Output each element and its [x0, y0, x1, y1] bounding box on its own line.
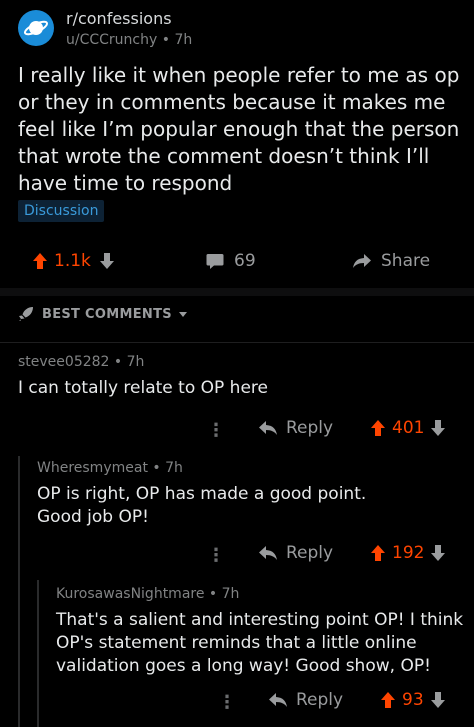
thread-line — [37, 580, 39, 727]
sort-label: BEST COMMENTS — [42, 306, 172, 322]
thread-line — [18, 456, 20, 727]
upvote-arrow-icon[interactable] — [370, 544, 386, 562]
sort-divider — [0, 342, 474, 343]
subreddit-name[interactable]: r/confessions — [66, 8, 192, 30]
post-score: 1.1k — [54, 251, 91, 271]
reply-arrow-icon — [259, 421, 277, 435]
comment-vote-group: 401 — [370, 418, 446, 438]
reply-arrow-icon — [269, 693, 287, 707]
post-author[interactable]: u/CCCrunchy — [66, 32, 157, 48]
comment: stevee05282 • 7h I can totally relate to… — [18, 352, 458, 400]
reply-label: Reply — [296, 690, 344, 710]
rocket-icon — [19, 307, 33, 321]
comment-vote-group: 93 — [380, 690, 446, 710]
comment-body[interactable]: I can totally relate to OP here — [18, 377, 458, 400]
comment-author[interactable]: stevee05282 — [18, 354, 109, 370]
comment-score: 192 — [392, 543, 425, 563]
comment-body[interactable]: OP is right, OP has made a good point. G… — [37, 483, 467, 529]
chevron-down-icon — [178, 312, 187, 317]
downvote-arrow-icon[interactable] — [430, 419, 446, 437]
meta-separator: • — [152, 460, 166, 476]
upvote-arrow-icon[interactable] — [380, 691, 396, 709]
more-options-icon[interactable]: ⋮ — [218, 694, 236, 712]
comment-line: That's a salient and interesting point O… — [56, 610, 464, 630]
comment-meta: Wheresmymeat • 7h — [37, 458, 467, 478]
reply-button[interactable]: Reply — [258, 418, 333, 438]
comment-score: 93 — [402, 690, 424, 710]
comment-author[interactable]: Wheresmymeat — [37, 460, 148, 476]
meta-separator: • — [161, 32, 175, 48]
comment-time: 7h — [221, 586, 240, 602]
comment-meta: KurosawasNightmare • 7h — [56, 584, 472, 604]
comment: KurosawasNightmare • 7h That's a salient… — [56, 584, 472, 678]
post-time: 7h — [174, 32, 193, 48]
comment-line: validation goes a long way! Good show, O… — [56, 656, 431, 676]
post-vote-group: 1.1k — [32, 244, 115, 278]
share-label: Share — [381, 251, 431, 271]
share-button[interactable]: Share — [352, 244, 430, 278]
comment-author[interactable]: KurosawasNightmare — [56, 586, 204, 602]
comment-count: 69 — [234, 251, 256, 271]
reply-label: Reply — [286, 418, 334, 438]
comment-meta: stevee05282 • 7h — [18, 352, 458, 372]
reply-arrow-icon — [259, 546, 277, 560]
comment-bubble-icon — [206, 253, 224, 269]
comment-line: Good job OP! — [37, 507, 149, 527]
comment-line: OP is right, OP has made a good point. — [37, 484, 367, 504]
comment-time: 7h — [165, 460, 183, 476]
post-header: r/confessions u/CCCrunchy • 7h — [18, 8, 192, 50]
comments-button[interactable]: 69 — [206, 244, 256, 278]
reply-label: Reply — [286, 543, 334, 563]
more-options-icon[interactable]: ⋮ — [207, 422, 225, 440]
more-options-icon[interactable]: ⋮ — [207, 547, 225, 565]
post-actions: 1.1k 69 Share — [0, 244, 474, 278]
post-meta: u/CCCrunchy • 7h — [66, 30, 192, 50]
comment-body[interactable]: That's a salient and interesting point O… — [56, 609, 472, 678]
comment-time: 7h — [126, 354, 145, 370]
downvote-arrow-icon[interactable] — [430, 691, 446, 709]
downvote-arrow-icon[interactable] — [99, 252, 115, 270]
reply-button[interactable]: Reply — [258, 543, 333, 563]
downvote-arrow-icon[interactable] — [430, 544, 446, 562]
share-arrow-icon — [353, 254, 371, 268]
subreddit-icon[interactable] — [18, 10, 54, 46]
comment-vote-group: 192 — [370, 543, 446, 563]
comment: Wheresmymeat • 7h OP is right, OP has ma… — [37, 458, 467, 529]
comment-score: 401 — [392, 418, 425, 438]
post-title[interactable]: I really like it when people refer to me… — [18, 62, 464, 197]
upvote-arrow-icon[interactable] — [370, 419, 386, 437]
upvote-arrow-icon[interactable] — [32, 252, 48, 270]
post-flair[interactable]: Discussion — [18, 200, 105, 222]
comment-line: OP's statement reminds that a little onl… — [56, 633, 417, 653]
reply-button[interactable]: Reply — [268, 690, 343, 710]
section-divider — [0, 288, 474, 296]
meta-separator: • — [113, 354, 127, 370]
comment-sort-dropdown[interactable]: BEST COMMENTS — [18, 306, 188, 322]
meta-separator: • — [208, 586, 222, 602]
